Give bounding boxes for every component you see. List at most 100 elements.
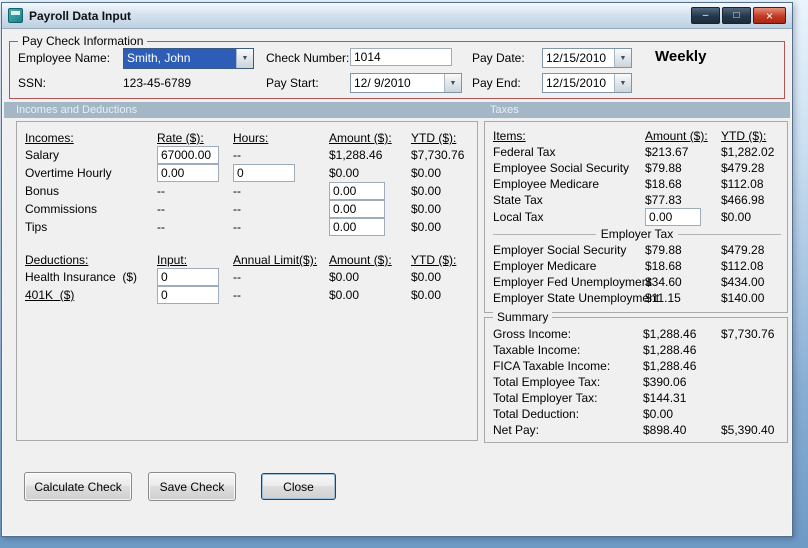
salary-hours-cell: -- [233, 148, 241, 162]
pay-start-label: Pay Start: [266, 76, 319, 90]
summary-ytd-cell: $5,390.40 [721, 423, 775, 437]
income-label-tips: Tips [25, 220, 48, 234]
pay-date-value: 12/15/2010 [546, 51, 607, 65]
deductions-header-amount: Amount ($): [329, 253, 392, 267]
overtime-ytd-cell: $0.00 [411, 166, 442, 180]
ssn-value: 123-45-6789 [123, 76, 192, 90]
summary-ytd-cell [721, 358, 781, 374]
chevron-down-icon[interactable]: ▼ [236, 49, 253, 68]
income-label-salary: Salary [25, 148, 60, 162]
close-window-button[interactable]: × [753, 7, 786, 24]
deductions-header-input: Input: [157, 253, 188, 267]
summary-value-cell: $1,288.46 [643, 343, 697, 357]
minimize-button[interactable]: – [691, 7, 720, 24]
tax-ytd-cell: $434.00 [721, 275, 765, 289]
summary-ytd-cell: $7,730.76 [721, 327, 775, 341]
pay-end-value: 12/15/2010 [546, 76, 607, 90]
commissions-hours-cell: -- [233, 202, 241, 216]
deductions-header-name: Deductions: [25, 253, 89, 267]
summary-table: Gross Income: $1,288.46 $7,730.76 Taxabl… [485, 318, 787, 438]
summary-label-net-pay: Net Pay: [493, 423, 540, 437]
commissions-rate-cell: -- [157, 202, 165, 216]
deductions-header-ytd: YTD ($): [411, 253, 457, 267]
incomes-table: Incomes: Rate ($): Hours: Amount ($): YT… [17, 122, 477, 304]
taxes-header-ytd: YTD ($): [721, 129, 767, 143]
paycheck-info-group: Pay Check Information Employee Name: Smi… [9, 34, 785, 99]
table-cell [645, 208, 721, 226]
tips-amount-input[interactable] [329, 218, 385, 236]
deduction-label-401k-link[interactable]: 401K ($) [25, 286, 157, 304]
table-cell [157, 268, 233, 286]
chevron-down-icon[interactable]: ▼ [444, 74, 461, 92]
table-cell [329, 182, 411, 200]
tax-ytd-cell: $466.98 [721, 193, 765, 207]
bonus-hours-cell: -- [233, 184, 241, 198]
401k-input[interactable] [157, 286, 219, 304]
chevron-down-icon[interactable]: ▼ [614, 49, 631, 67]
health-insurance-input[interactable] [157, 268, 219, 286]
calculate-check-button[interactable]: Calculate Check [24, 472, 132, 501]
summary-label-total-employer-tax: Total Employer Tax: [493, 391, 598, 405]
table-cell [233, 164, 329, 182]
incomes-header-amount: Amount ($): [329, 131, 392, 145]
deduction-label-health-insurance: Health Insurance ($) [25, 270, 138, 284]
tips-rate-cell: -- [157, 220, 165, 234]
tax-ytd-cell: $479.28 [721, 161, 765, 175]
summary-value-cell: $1,288.46 [643, 327, 697, 341]
commissions-amount-input[interactable] [329, 200, 385, 218]
tax-ytd-cell: $1,282.02 [721, 145, 775, 159]
titlebar[interactable]: Payroll Data Input – □ × [2, 3, 792, 29]
caption-buttons: – □ × [691, 7, 786, 24]
summary-label-taxable: Taxable Income: [493, 343, 581, 357]
pay-start-picker[interactable]: 12/ 9/2010 ▼ [350, 73, 462, 93]
window-title: Payroll Data Input [29, 8, 132, 23]
income-label-overtime: Overtime Hourly [25, 166, 112, 180]
payroll-window: Payroll Data Input – □ × Pay Check Infor… [1, 2, 793, 537]
summary-label-gross: Gross Income: [493, 327, 572, 341]
taxes-header-items: Items: [493, 129, 526, 143]
employer-tax-header: Employer Tax [595, 227, 679, 241]
overtime-hours-input[interactable] [233, 164, 295, 182]
summary-label-fica: FICA Taxable Income: [493, 359, 611, 373]
salary-ytd-cell: $7,730.76 [411, 148, 465, 162]
maximize-button[interactable]: □ [722, 7, 751, 24]
tax-amount-cell: $34.60 [645, 275, 682, 289]
tax-label-emp-ss: Employee Social Security [493, 161, 630, 175]
tax-amount-cell: $79.88 [645, 161, 682, 175]
table-cell [157, 146, 233, 164]
paycheck-info-legend: Pay Check Information [18, 34, 148, 48]
tax-amount-cell: $79.88 [645, 243, 682, 257]
401k-ytd-cell: $0.00 [411, 288, 442, 302]
summary-value-cell: $144.31 [643, 391, 687, 405]
ssn-label: SSN: [18, 76, 47, 90]
check-number-label: Check Number: [266, 51, 350, 65]
employee-name-combobox[interactable]: Smith, John ▼ [123, 48, 254, 69]
tax-label-federal: Federal Tax [493, 145, 556, 159]
tax-amount-cell: $77.83 [645, 193, 682, 207]
incomes-header-ytd: YTD ($): [411, 131, 457, 145]
incomes-deductions-group: Incomes: Rate ($): Hours: Amount ($): YT… [16, 121, 478, 441]
salary-rate-input[interactable] [157, 146, 219, 164]
overtime-rate-input[interactable] [157, 164, 219, 182]
bonus-amount-input[interactable] [329, 182, 385, 200]
summary-value-cell: $390.06 [643, 375, 687, 389]
section-title-taxes: Taxes [490, 104, 519, 116]
summary-legend: Summary [493, 310, 553, 324]
table-cell [157, 164, 233, 182]
tax-ytd-cell: $140.00 [721, 291, 765, 305]
chevron-down-icon[interactable]: ▼ [614, 74, 631, 92]
save-check-button[interactable]: Save Check [148, 472, 236, 501]
summary-ytd-cell [721, 390, 781, 406]
employee-name-value: Smith, John [124, 49, 236, 68]
check-number-input[interactable] [350, 48, 452, 66]
overtime-amount-cell: $0.00 [329, 166, 360, 180]
deductions-header-limit: Annual Limit($): [233, 253, 318, 267]
pay-date-picker[interactable]: 12/15/2010 ▼ [542, 48, 632, 68]
close-button[interactable]: Close [261, 473, 336, 500]
401k-limit-cell: -- [233, 288, 241, 302]
app-icon [8, 8, 23, 23]
tax-label-local: Local Tax [493, 210, 544, 224]
pay-end-picker[interactable]: 12/15/2010 ▼ [542, 73, 632, 93]
local-tax-input[interactable] [645, 208, 701, 226]
tax-label-employer-medicare: Employer Medicare [493, 259, 597, 273]
